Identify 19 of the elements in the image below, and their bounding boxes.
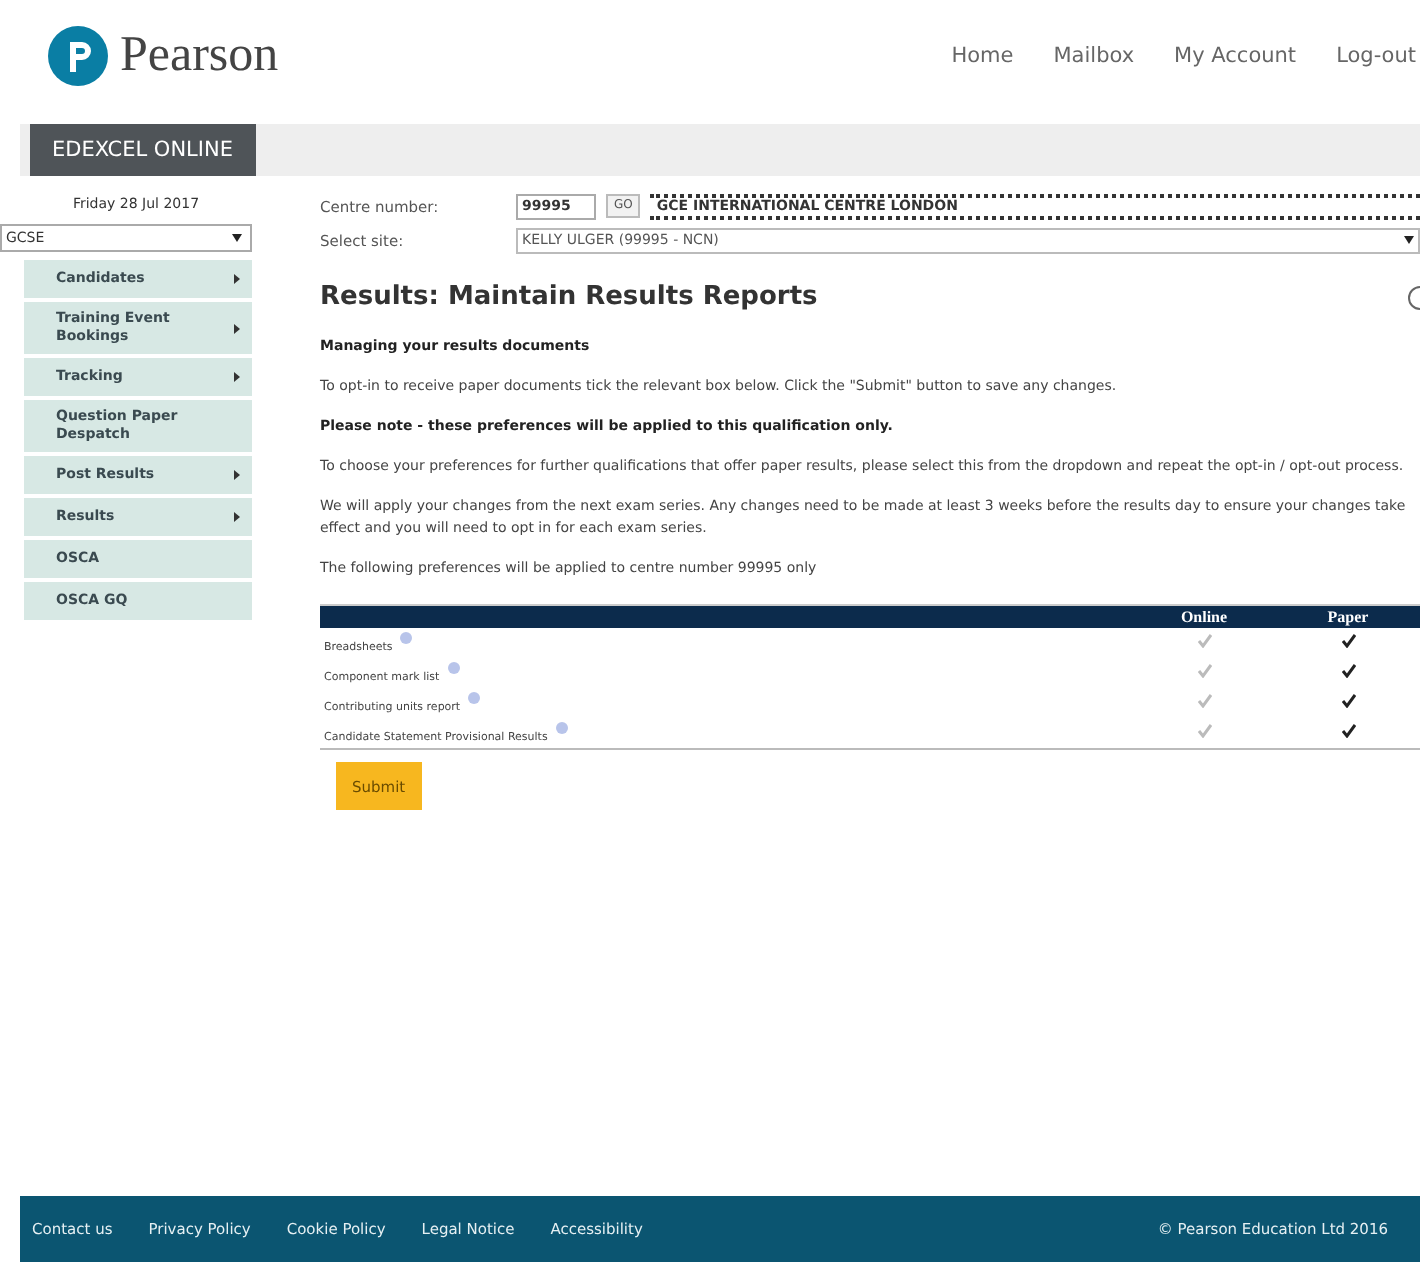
submenu-arrow-icon [234,470,240,480]
submenu-arrow-icon [234,274,240,284]
caret-icon [232,234,242,242]
page-title: Results: Maintain Results Reports [320,282,818,312]
nav-link[interactable]: Mailbox [1053,44,1135,68]
nav-link[interactable]: My Account [1174,44,1297,68]
column-header: Online [1132,605,1276,628]
submenu-arrow-icon [234,323,240,333]
nav-link[interactable]: Log-out [1336,44,1416,68]
submenu-arrow-icon [234,512,240,522]
checkbox[interactable] [1341,664,1355,678]
checkbox[interactable] [1341,634,1355,648]
logo-icon [48,26,108,86]
logo-text: Pearson [120,28,279,84]
column-header: Paper [1276,605,1420,628]
submenu-arrow-icon [234,372,240,382]
nav-link[interactable]: Home [951,44,1014,68]
checkbox[interactable] [1341,724,1355,738]
checkbox[interactable] [1341,694,1355,708]
